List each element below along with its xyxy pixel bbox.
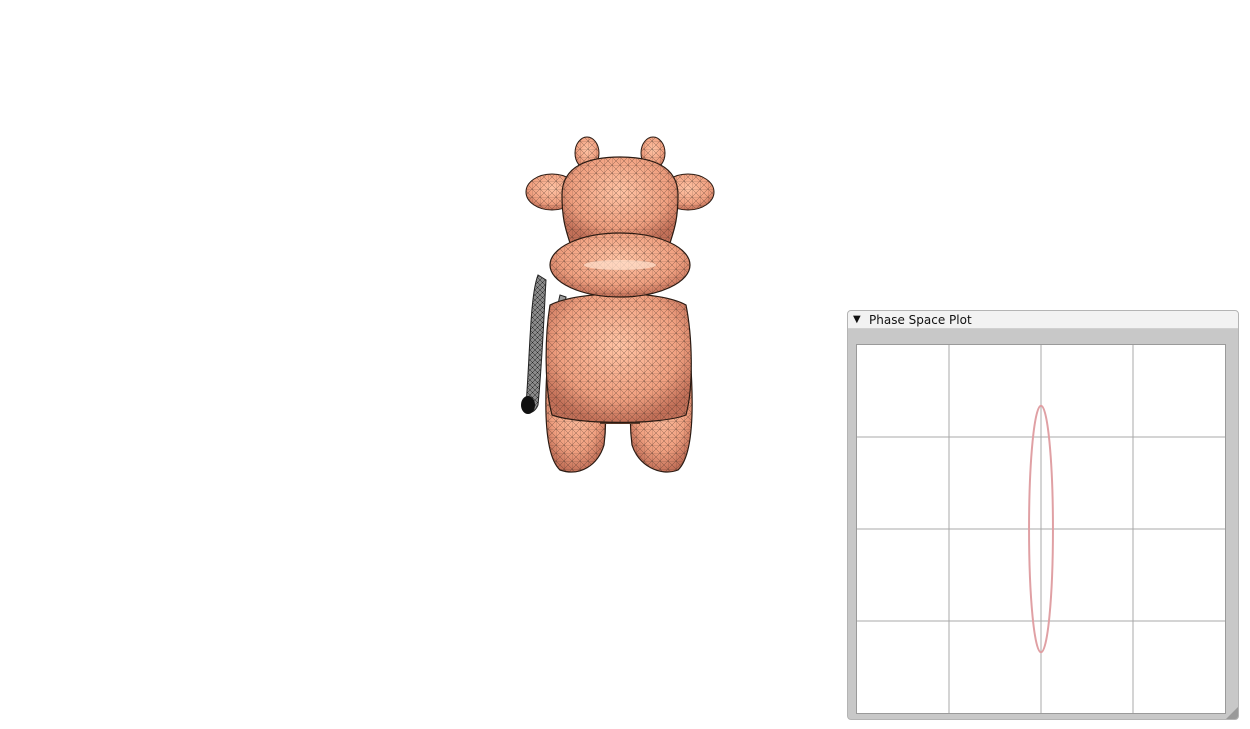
window-title: Phase Space Plot (869, 312, 972, 327)
cow-mesh-model[interactable] (500, 125, 730, 485)
phase-space-plot-window[interactable]: ▼ Phase Space Plot (847, 310, 1239, 720)
3d-viewport[interactable]: ▼ Phase Space Plot (0, 0, 1250, 729)
phase-plot-svg (857, 345, 1225, 713)
triangle-down-icon[interactable]: ▼ (853, 314, 863, 325)
window-titlebar[interactable]: ▼ Phase Space Plot (848, 311, 1238, 329)
cow-body (545, 293, 693, 473)
cow-head (525, 136, 715, 298)
phase-plot-area[interactable] (856, 344, 1226, 714)
resize-grip-icon[interactable] (1226, 707, 1238, 719)
